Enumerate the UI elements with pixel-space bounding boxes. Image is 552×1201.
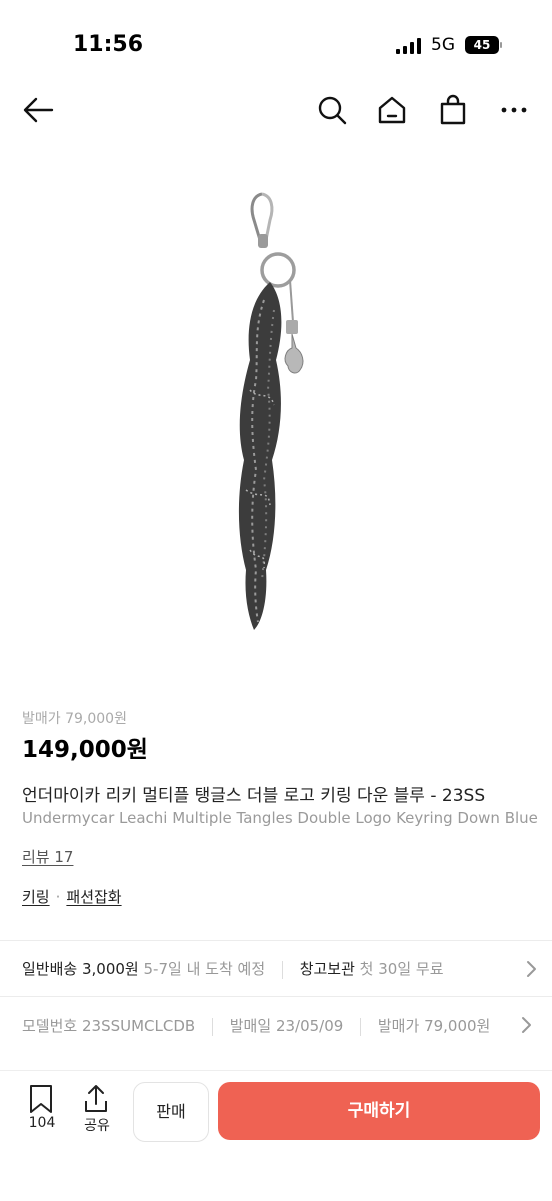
- status-time: 11:56: [73, 32, 144, 57]
- release-date-label: 발매일: [229, 1017, 272, 1035]
- share-icon[interactable]: [83, 1084, 109, 1114]
- bookmark-icon[interactable]: [28, 1084, 54, 1114]
- battery-tip: [500, 42, 502, 48]
- review-link[interactable]: 리뷰 17: [22, 846, 73, 867]
- release-date-value: 23/05/09: [275, 1017, 344, 1035]
- status-bar: 11:56 5G 45: [0, 0, 552, 80]
- buy-button[interactable]: 구매하기: [218, 1082, 540, 1140]
- divider: [0, 996, 552, 997]
- category-link-keyring[interactable]: 키링: [22, 888, 50, 906]
- search-icon[interactable]: [316, 94, 348, 126]
- chevron-right-icon: [519, 1016, 533, 1034]
- shopping-bag-icon[interactable]: [437, 94, 469, 126]
- shipping-label: 일반배송: [22, 960, 78, 978]
- back-arrow-icon[interactable]: [22, 94, 54, 126]
- current-price: 149,000원: [22, 737, 148, 763]
- release-price-value: 79,000원: [424, 1017, 491, 1035]
- product-title-korean: 언더마이카 리키 멀티플 탱글스 더블 로고 키링 다운 블루 - 23SS: [22, 786, 486, 806]
- chevron-right-icon: [527, 961, 536, 977]
- more-icon[interactable]: [498, 94, 530, 126]
- shipping-eta: 5-7일 내 도착 예정: [143, 960, 266, 978]
- bookmark-count: 104: [28, 1115, 56, 1131]
- spec-info-row[interactable]: 모델번호 23SSUMCLCDB 발매일 23/05/09 발매가 79,000…: [22, 1015, 537, 1037]
- storage-label: 창고보관: [299, 960, 355, 978]
- divider: [0, 940, 552, 941]
- category-link-fashion-goods[interactable]: 패션잡화: [66, 888, 121, 906]
- home-icon[interactable]: [376, 94, 408, 126]
- release-price-label: 발매가: [377, 1017, 420, 1035]
- product-title-english: Undermycar Leachi Multiple Tangles Doubl…: [22, 809, 538, 827]
- signal-icon: [396, 38, 421, 54]
- row-separator: [211, 1017, 213, 1036]
- original-price: 발매가 79,000원: [22, 711, 127, 727]
- storage-note: 첫 30일 무료: [359, 960, 444, 978]
- battery-icon: 45: [465, 36, 499, 54]
- category-links: 키링 · 패션잡화: [22, 886, 122, 907]
- share-label: 공유: [84, 1118, 110, 1134]
- row-separator: [360, 1017, 362, 1036]
- top-nav: [0, 80, 552, 140]
- model-number-value: 23SSUMCLCDB: [81, 1017, 196, 1035]
- model-number-label: 모델번호: [22, 1017, 78, 1035]
- category-separator: ·: [55, 888, 61, 906]
- product-image: [238, 192, 304, 630]
- sell-button[interactable]: 판매: [133, 1082, 209, 1142]
- network-label: 5G: [431, 35, 455, 55]
- shipping-fee: 3,000원: [81, 960, 139, 978]
- row-separator: [281, 960, 283, 979]
- shipping-info-row[interactable]: 일반배송 3,000원 5-7일 내 도착 예정 창고보관 첫 30일 무료: [22, 958, 537, 980]
